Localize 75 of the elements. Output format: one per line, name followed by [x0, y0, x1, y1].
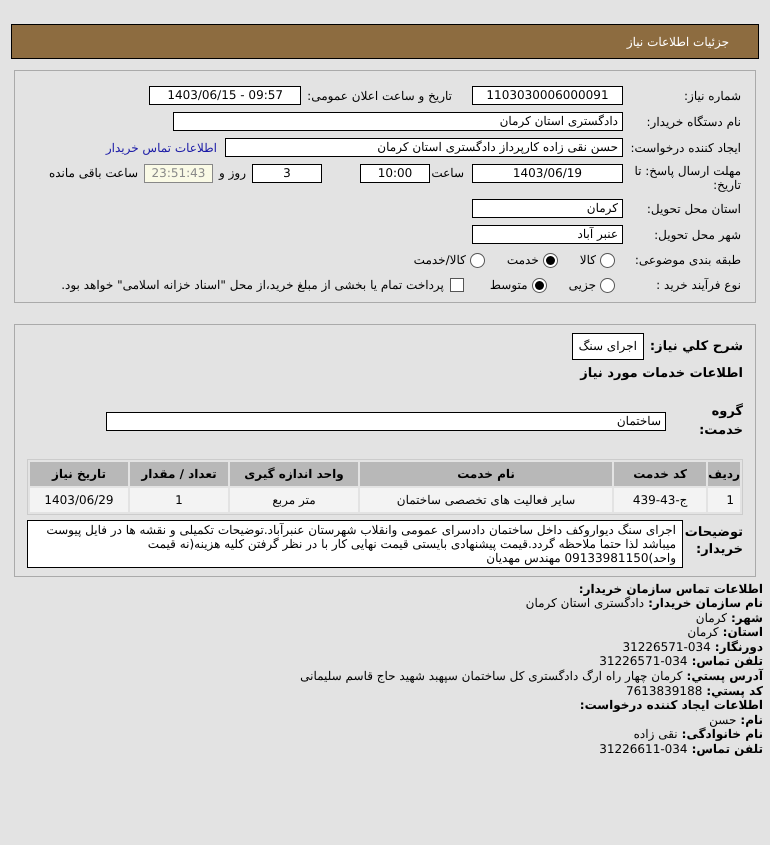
contact-heading: اطلاعات تماس سازمان خریدار:: [578, 582, 763, 596]
contact-value: حسن: [709, 712, 736, 727]
field-label: شماره نیاز:: [683, 88, 741, 104]
contact-label: استان:: [722, 625, 763, 640]
column-header: واحد اندازه گیری: [230, 462, 358, 486]
contact-label: تلفن تماس:: [692, 654, 763, 668]
radio-label: کالا/خدمت: [414, 252, 466, 269]
contact-label: دورنگار:: [714, 640, 763, 654]
field-label: ساعت باقی مانده: [48, 165, 138, 182]
text-field[interactable]: حسن نقی زاده کارپرداز دادگستری استان کرمان: [225, 138, 623, 157]
field-label: نام دستگاه خریدار:: [646, 114, 741, 130]
text-field[interactable]: عنبر آباد: [472, 225, 623, 244]
contact-value: 31226611-034: [599, 742, 688, 757]
field-label: شرح کلي نیاز:: [650, 338, 743, 356]
contact-label: نام سازمان خریدار:: [648, 596, 763, 611]
field-label: ساعت: [430, 165, 464, 182]
text-field[interactable]: دادگستری استان کرمان: [173, 112, 623, 131]
notes-box: اجرای سنگ دیواروکف داخل ساختمان دادسرای عمومی وانقلاب شهرستان عنبرآباد.توضیحات تکمیلی و نقشه ها در فایل پیوست میباشد لذا حتما ملاحظه گردد.قیمت پیشنهادی بایستی قیمت نهایی کار با در نظر گرفتن کلیه هزینه(نه قیمت واحد)09133981150 مهندس مهدیان: [27, 520, 683, 568]
radio-button[interactable]: [542, 252, 558, 268]
field-label: استان محل تحویل:: [646, 200, 741, 218]
table-cell: 1403/06/29: [30, 488, 128, 512]
field-label: طبقه بندی موضوعی:: [634, 252, 741, 269]
field-label: مهلت ارسال پاسخ: تا تاریخ:: [633, 164, 741, 192]
text-field[interactable]: 10:00: [360, 164, 430, 183]
radio-button[interactable]: [532, 278, 547, 292]
text-field[interactable]: ساختمان: [106, 412, 666, 430]
table-cell: 1: [708, 488, 740, 512]
radio-button[interactable]: [600, 252, 615, 268]
column-header: کد خدمت: [614, 462, 706, 486]
column-header: نام خدمت: [360, 462, 612, 486]
field-label: شهر محل تحویل:: [653, 226, 741, 244]
title-bar: جزئیات اطلاعات نیاز: [11, 24, 759, 59]
text-field[interactable]: 3: [252, 164, 322, 183]
contact-value: کرمان: [687, 625, 719, 640]
field-label: نوع فرآیند خرید :: [655, 277, 741, 294]
contact-value: 31226571-034: [599, 654, 688, 669]
countdown-field: 23:51:43: [144, 164, 213, 183]
table-cell: 1: [130, 488, 228, 512]
contact-label: شهر:: [731, 610, 763, 626]
table-cell: متر مربع: [230, 488, 358, 512]
contact-value: کرمان: [696, 610, 727, 626]
text-field[interactable]: 1103030006000091: [472, 86, 623, 105]
contact-label: آدرس پستي:: [686, 669, 763, 684]
field-label: گروه خدمت:: [698, 402, 743, 440]
text-field[interactable]: کرمان: [472, 199, 623, 218]
contact-value: 7613839188: [626, 684, 702, 698]
column-header: ردیف: [708, 462, 740, 486]
text-field[interactable]: 1403/06/19: [472, 164, 623, 183]
buyer-contact-link[interactable]: اطلاعات تماس خریدار: [106, 138, 217, 156]
radio-button[interactable]: [470, 252, 485, 268]
contact-heading: اطلاعات ایجاد کننده درخواست:: [580, 698, 763, 713]
contact-value: دادگستری استان کرمان: [526, 596, 644, 611]
contact-label: نام:: [740, 712, 763, 728]
section-heading: اطلاعات خدمات مورد نیاز: [578, 365, 743, 383]
text-field[interactable]: 1403/06/15 - 09:57: [149, 86, 302, 105]
column-header: تعداد / مقدار: [130, 462, 228, 486]
radio-label: متوسط: [490, 277, 528, 294]
contact-value: نقی زاده: [634, 727, 678, 742]
field-label: تاریخ و ساعت اعلان عمومی:: [307, 88, 452, 104]
table-cell: ج-43-439: [614, 488, 706, 512]
radio-label: کالا: [580, 252, 596, 269]
field-label: روز و: [219, 165, 246, 182]
column-header: تاریخ نیاز: [30, 462, 128, 486]
checkbox-label: پرداخت تمام یا بخشی از مبلغ خرید،از محل "اسناد خزانه اسلامی" خواهد بود.: [61, 277, 444, 294]
contact-value: کرمان چهار راه ارگ دادگستری کل ساختمان سپهبد شهید حاج قاسم سلیمانی: [300, 669, 683, 684]
table-cell: سایر فعالیت های تخصصی ساختمان: [360, 488, 612, 512]
radio-label: خدمت: [506, 252, 539, 269]
contact-value: 31226571-034: [622, 640, 711, 654]
field-label: ایجاد کننده درخواست:: [629, 140, 741, 156]
contact-label: تلفن تماس:: [692, 742, 763, 757]
contact-label: نام خانوادگی:: [682, 727, 763, 742]
checkbox[interactable]: [450, 278, 464, 292]
radio-label: جزیی: [568, 277, 596, 294]
radio-button[interactable]: [600, 278, 615, 292]
contact-label: کد پستي:: [706, 684, 763, 698]
